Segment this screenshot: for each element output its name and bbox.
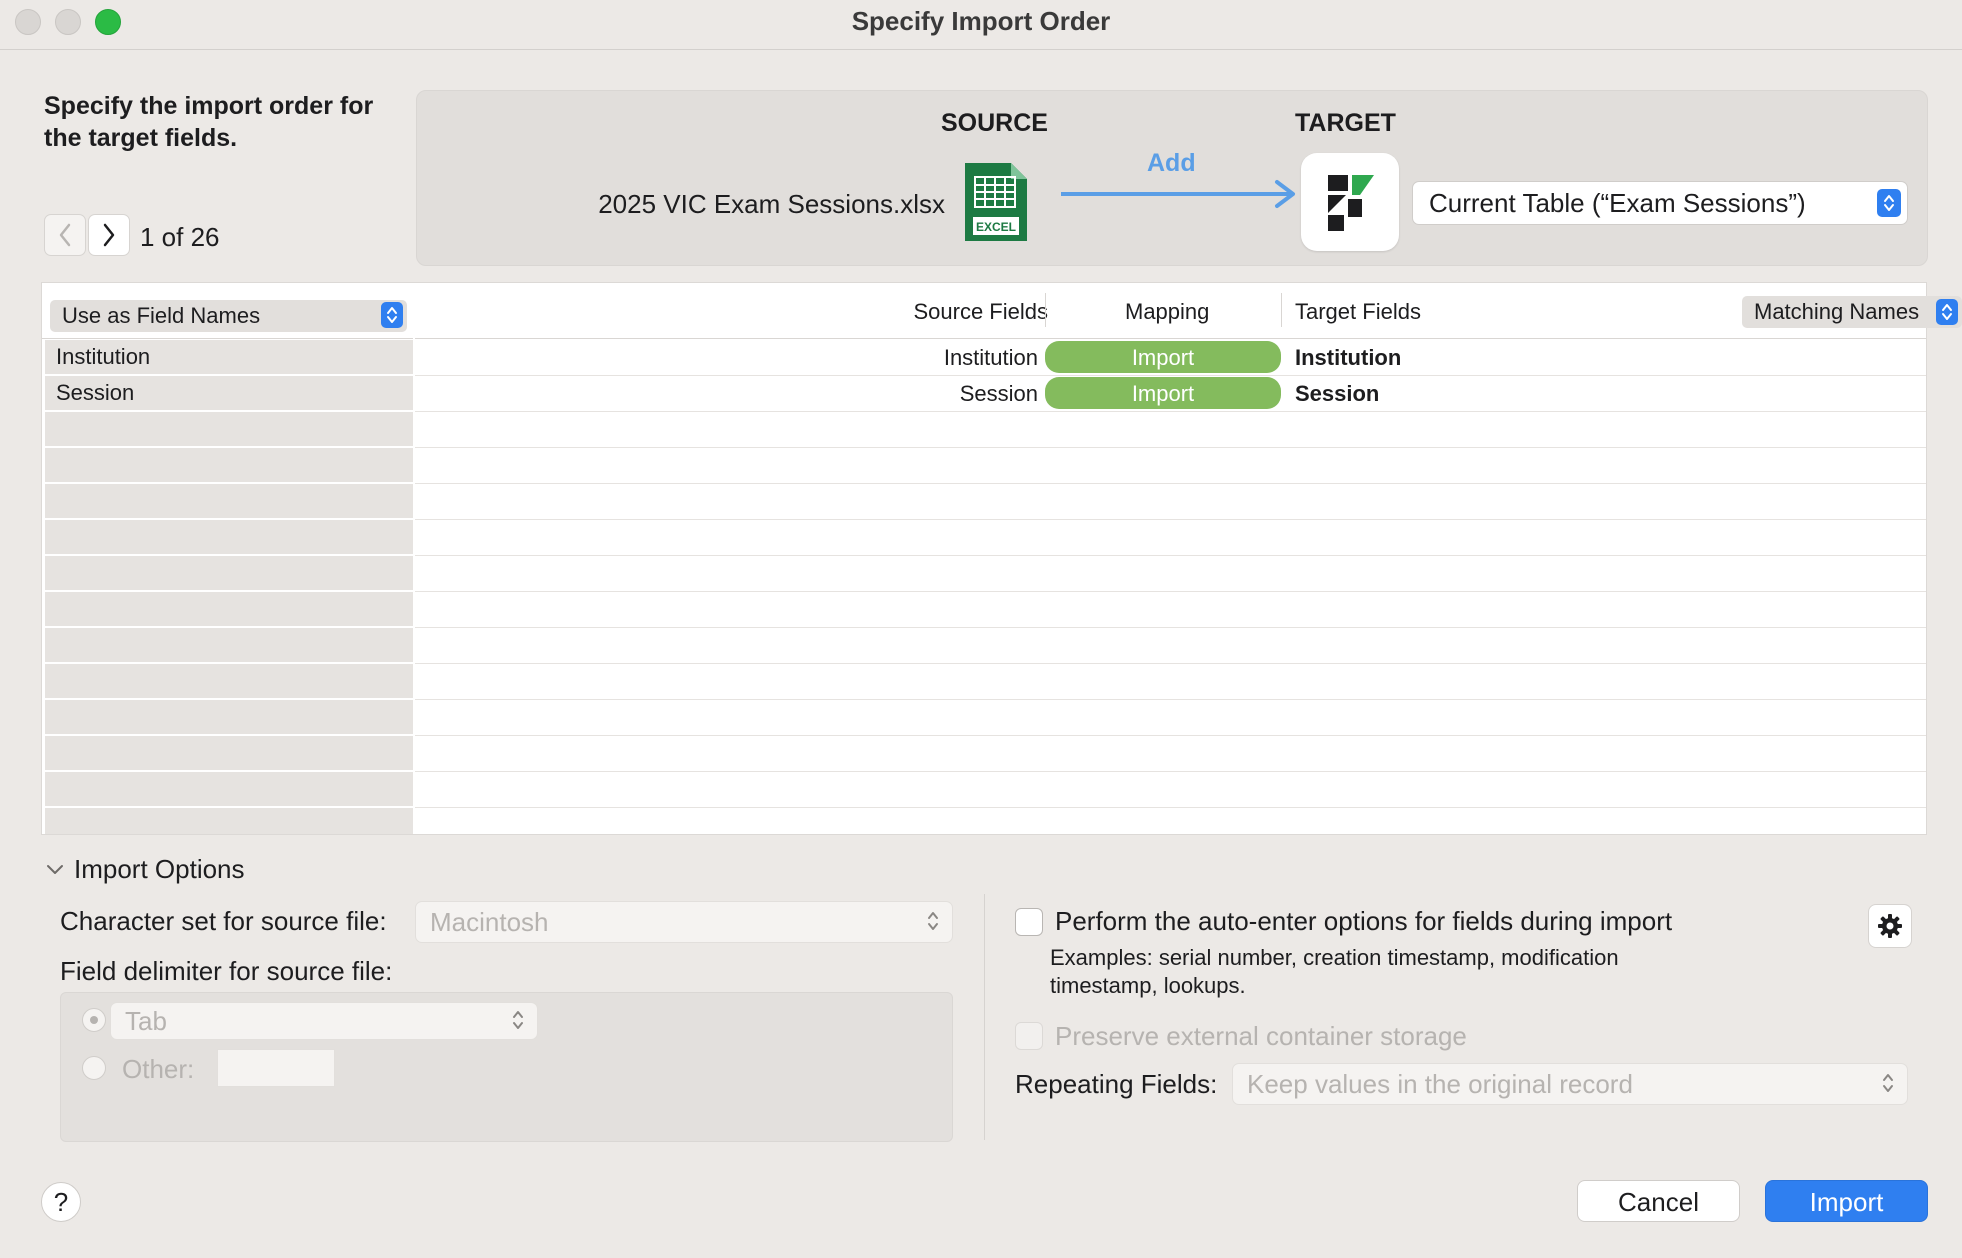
up-down-chevron-icon — [1936, 299, 1958, 325]
charset-select-value: Macintosh — [430, 907, 549, 937]
empty-row — [415, 592, 1926, 628]
auto-enter-settings-button[interactable] — [1868, 904, 1912, 948]
repeating-fields-value: Keep values in the original record — [1247, 1069, 1633, 1099]
delimiter-tab-select[interactable]: Tab — [110, 1002, 538, 1040]
previous-record-button[interactable] — [44, 214, 86, 256]
help-button[interactable]: ? — [41, 1182, 81, 1222]
empty-row — [45, 808, 413, 834]
empty-row — [45, 448, 413, 482]
repeating-fields-select[interactable]: Keep values in the original record — [1232, 1063, 1908, 1105]
empty-row — [415, 484, 1926, 520]
delimiter-tab-value: Tab — [125, 1006, 167, 1036]
source-data-header: Use as Field Names — [42, 283, 413, 339]
target-table-select-value: Current Table (“Exam Sessions”) — [1429, 188, 1806, 218]
up-down-chevron-icon — [928, 912, 938, 930]
matching-names-select-value: Matching Names — [1754, 299, 1920, 324]
empty-row — [45, 700, 413, 734]
field-names-select[interactable]: Use as Field Names — [50, 300, 407, 332]
auto-enter-examples: Examples: serial number, creation timest… — [1050, 945, 1619, 998]
empty-row — [45, 412, 413, 446]
delimiter-other-radio[interactable] — [82, 1056, 106, 1080]
source-fields-column-header: Source Fields — [913, 299, 1048, 324]
empty-row — [45, 556, 413, 590]
delimiter-other-label: Other: — [122, 1054, 195, 1084]
empty-row — [45, 592, 413, 626]
add-mapping-label: Add — [1147, 149, 1196, 177]
preserve-storage-checkbox[interactable] — [1015, 1022, 1043, 1050]
table-row[interactable]: Institution Import Institution — [415, 340, 1926, 376]
target-fields-column-header: Target Fields — [1295, 299, 1421, 324]
import-options-disclosure[interactable]: Import Options — [46, 854, 245, 885]
up-down-chevron-icon — [381, 302, 403, 328]
instruction-text: Specify the import order for the target … — [44, 92, 374, 152]
delimiter-label: Field delimiter for source file: — [60, 956, 393, 986]
source-heading: SOURCE — [941, 109, 1048, 137]
window-title: Specify Import Order — [851, 6, 1111, 36]
source-target-panel: SOURCE 2025 VIC Exam Sessions.xlsx EXCEL… — [416, 90, 1928, 266]
arrow-right-icon — [1061, 180, 1295, 208]
excel-icon-label: EXCEL — [976, 220, 1016, 234]
auto-enter-label: Perform the auto-enter options for field… — [1055, 906, 1673, 936]
target-field: Session — [1295, 381, 1380, 406]
empty-row — [415, 628, 1926, 664]
chevron-down-icon — [47, 864, 63, 874]
column-divider — [1281, 293, 1282, 327]
options-divider — [984, 894, 985, 1140]
empty-row — [45, 484, 413, 518]
empty-row — [415, 412, 1926, 448]
empty-row — [415, 700, 1926, 736]
empty-row — [45, 736, 413, 770]
import-options-label: Import Options — [74, 854, 245, 884]
repeating-fields-label: Repeating Fields: — [1015, 1069, 1218, 1099]
field-names-select-value: Use as Field Names — [62, 303, 261, 328]
auto-enter-checkbox[interactable] — [1015, 908, 1043, 936]
empty-row — [415, 556, 1926, 592]
source-data-column: Use as Field Names Institution Session — [42, 283, 413, 834]
mapping-toggle[interactable]: Import — [1045, 341, 1281, 373]
source-field: Session — [959, 381, 1038, 406]
empty-row — [415, 448, 1926, 484]
cancel-button[interactable]: Cancel — [1577, 1180, 1740, 1222]
mapping-toggle[interactable]: Import — [1045, 377, 1281, 409]
filemaker-icon — [1301, 153, 1399, 251]
target-heading: TARGET — [1295, 109, 1396, 137]
empty-row — [45, 628, 413, 662]
preserve-storage-label: Preserve external container storage — [1055, 1021, 1467, 1051]
delimiter-other-input[interactable] — [217, 1049, 335, 1087]
source-data-row: Session — [45, 376, 413, 410]
table-row[interactable]: Session Import Session — [415, 376, 1926, 412]
chevron-right-icon — [103, 223, 115, 247]
mapping-column-header: Mapping — [1125, 299, 1210, 324]
charset-select[interactable]: Macintosh — [415, 901, 953, 943]
excel-icon: EXCEL — [965, 163, 1027, 241]
mapping-header: Source Fields Mapping Target Fields Matc… — [415, 283, 1962, 339]
target-field: Institution — [1295, 345, 1402, 370]
up-down-chevron-icon — [1883, 1074, 1893, 1092]
field-mapping-table: Use as Field Names Institution Session S… — [41, 282, 1962, 835]
source-data-row: Institution — [45, 340, 413, 374]
empty-row — [45, 664, 413, 698]
chevron-left-icon — [59, 223, 71, 247]
title-bar: Specify Import Order — [0, 0, 1962, 50]
import-button[interactable]: Import — [1765, 1180, 1928, 1222]
source-field: Institution — [943, 345, 1038, 370]
record-counter: 1 of 26 — [140, 222, 220, 252]
source-file-name: 2025 VIC Exam Sessions.xlsx — [598, 189, 945, 219]
column-divider — [1045, 293, 1046, 327]
empty-row — [415, 772, 1926, 808]
empty-row — [415, 664, 1926, 700]
empty-row — [415, 520, 1926, 556]
delimiter-tab-radio[interactable] — [82, 1008, 106, 1032]
charset-label: Character set for source file: — [60, 906, 387, 936]
empty-row — [45, 520, 413, 554]
up-down-chevron-icon — [513, 1011, 523, 1029]
up-down-chevron-icon — [1877, 189, 1901, 217]
empty-row — [415, 736, 1926, 772]
matching-names-select[interactable]: Matching Names — [1742, 296, 1962, 328]
gear-icon — [1878, 914, 1902, 938]
next-record-button[interactable] — [88, 214, 130, 256]
empty-row — [45, 772, 413, 806]
target-table-select[interactable]: Current Table (“Exam Sessions”) — [1412, 181, 1908, 225]
